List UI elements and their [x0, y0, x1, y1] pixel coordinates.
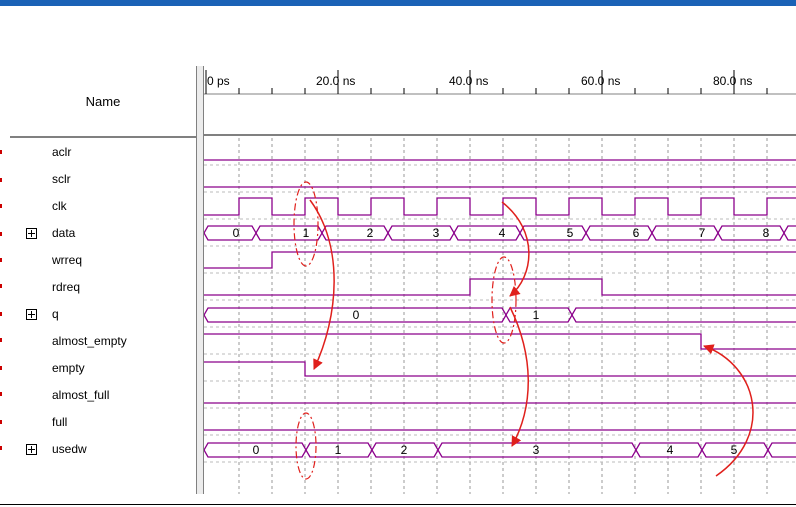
wrreq-waveform [204, 251, 796, 269]
rdreq-waveform [204, 278, 796, 296]
signal-label: usedw [52, 442, 87, 456]
data-value: 0 [233, 226, 240, 240]
row-grid [204, 164, 796, 463]
signal-row-wrreq[interactable]: wrreq [10, 247, 196, 273]
signal-label: q [52, 307, 59, 321]
row-marker [0, 284, 2, 288]
data-value: 2 [367, 226, 374, 240]
row-marker [0, 258, 2, 262]
pane-splitter[interactable] [196, 66, 204, 494]
signal-label: sclr [52, 172, 71, 186]
signal-label: full [52, 415, 68, 429]
signal-name-pane: Name aclr sclr clk data wrreq rdreq q al… [10, 66, 196, 494]
signal-label: data [52, 226, 76, 240]
bottom-rule [0, 504, 796, 505]
row-marker [0, 338, 2, 342]
signal-row-sclr[interactable]: sclr [10, 166, 196, 192]
signal-label: clk [52, 199, 67, 213]
waveform-window: Name aclr sclr clk data wrreq rdreq q al… [0, 66, 796, 494]
data-value: 3 [433, 226, 440, 240]
q-bus-waveform [204, 307, 796, 323]
usedw-value: 4 [667, 443, 674, 457]
name-column-header[interactable]: Name [10, 66, 196, 138]
signal-row-aclr[interactable]: aclr [10, 139, 196, 165]
expand-plus-icon[interactable] [26, 443, 37, 455]
expand-plus-icon[interactable] [26, 308, 37, 320]
usedw-value: 0 [253, 443, 260, 457]
signal-row-rdreq[interactable]: rdreq [10, 274, 196, 300]
signal-label: empty [52, 361, 85, 375]
name-column-label: Name [85, 93, 121, 109]
empty-waveform [204, 361, 796, 377]
header-accent-bar [0, 0, 796, 6]
row-marker [0, 420, 2, 424]
signal-row-almost-full[interactable]: almost_full [10, 382, 196, 408]
signal-row-full[interactable]: full [10, 409, 196, 435]
row-marker [0, 178, 2, 182]
signal-label: almost_empty [52, 334, 127, 348]
data-value: 4 [499, 226, 506, 240]
time-label: 60.0 ns [581, 74, 620, 88]
signal-row-data[interactable]: data [10, 220, 196, 246]
time-label: 40.0 ns [449, 74, 488, 88]
row-marker [0, 392, 2, 396]
q-value: 0 [353, 308, 360, 322]
usedw-value: 3 [533, 443, 540, 457]
usedw-value: 2 [401, 443, 408, 457]
data-value: 8 [763, 226, 770, 240]
expand-plus-icon[interactable] [26, 227, 37, 239]
signal-label: rdreq [52, 280, 81, 294]
data-value: 6 [633, 226, 640, 240]
signal-row-empty[interactable]: empty [10, 355, 196, 381]
waveform-pane[interactable]: 0 ps 20.0 ns 40.0 ns 60.0 ns 80.0 ns 0 1… [204, 66, 796, 494]
q-value: 1 [533, 308, 540, 322]
signal-label: wrreq [52, 253, 83, 267]
time-label: 20.0 ns [316, 74, 355, 88]
signal-label: almost_full [52, 388, 110, 402]
usedw-value: 1 [335, 443, 342, 457]
usedw-value: 5 [731, 443, 738, 457]
signal-row-usedw[interactable]: usedw [10, 436, 196, 462]
data-value: 5 [567, 226, 574, 240]
row-marker [0, 232, 2, 236]
time-grid [238, 138, 768, 494]
row-marker [0, 150, 2, 154]
signal-label: aclr [52, 145, 72, 159]
data-value: 1 [303, 226, 310, 240]
signal-row-clk[interactable]: clk [10, 193, 196, 219]
signal-row-q[interactable]: q [10, 301, 196, 327]
usedw-bus-waveform [204, 442, 796, 458]
data-value: 7 [699, 226, 706, 240]
signal-row-almost-empty[interactable]: almost_empty [10, 328, 196, 354]
time-label: 80.0 ns [713, 74, 752, 88]
clk-waveform [204, 197, 796, 216]
row-marker [0, 366, 2, 370]
row-marker [0, 446, 2, 450]
time-label: 0 ps [207, 74, 230, 88]
row-marker [0, 312, 2, 316]
row-marker [0, 204, 2, 208]
